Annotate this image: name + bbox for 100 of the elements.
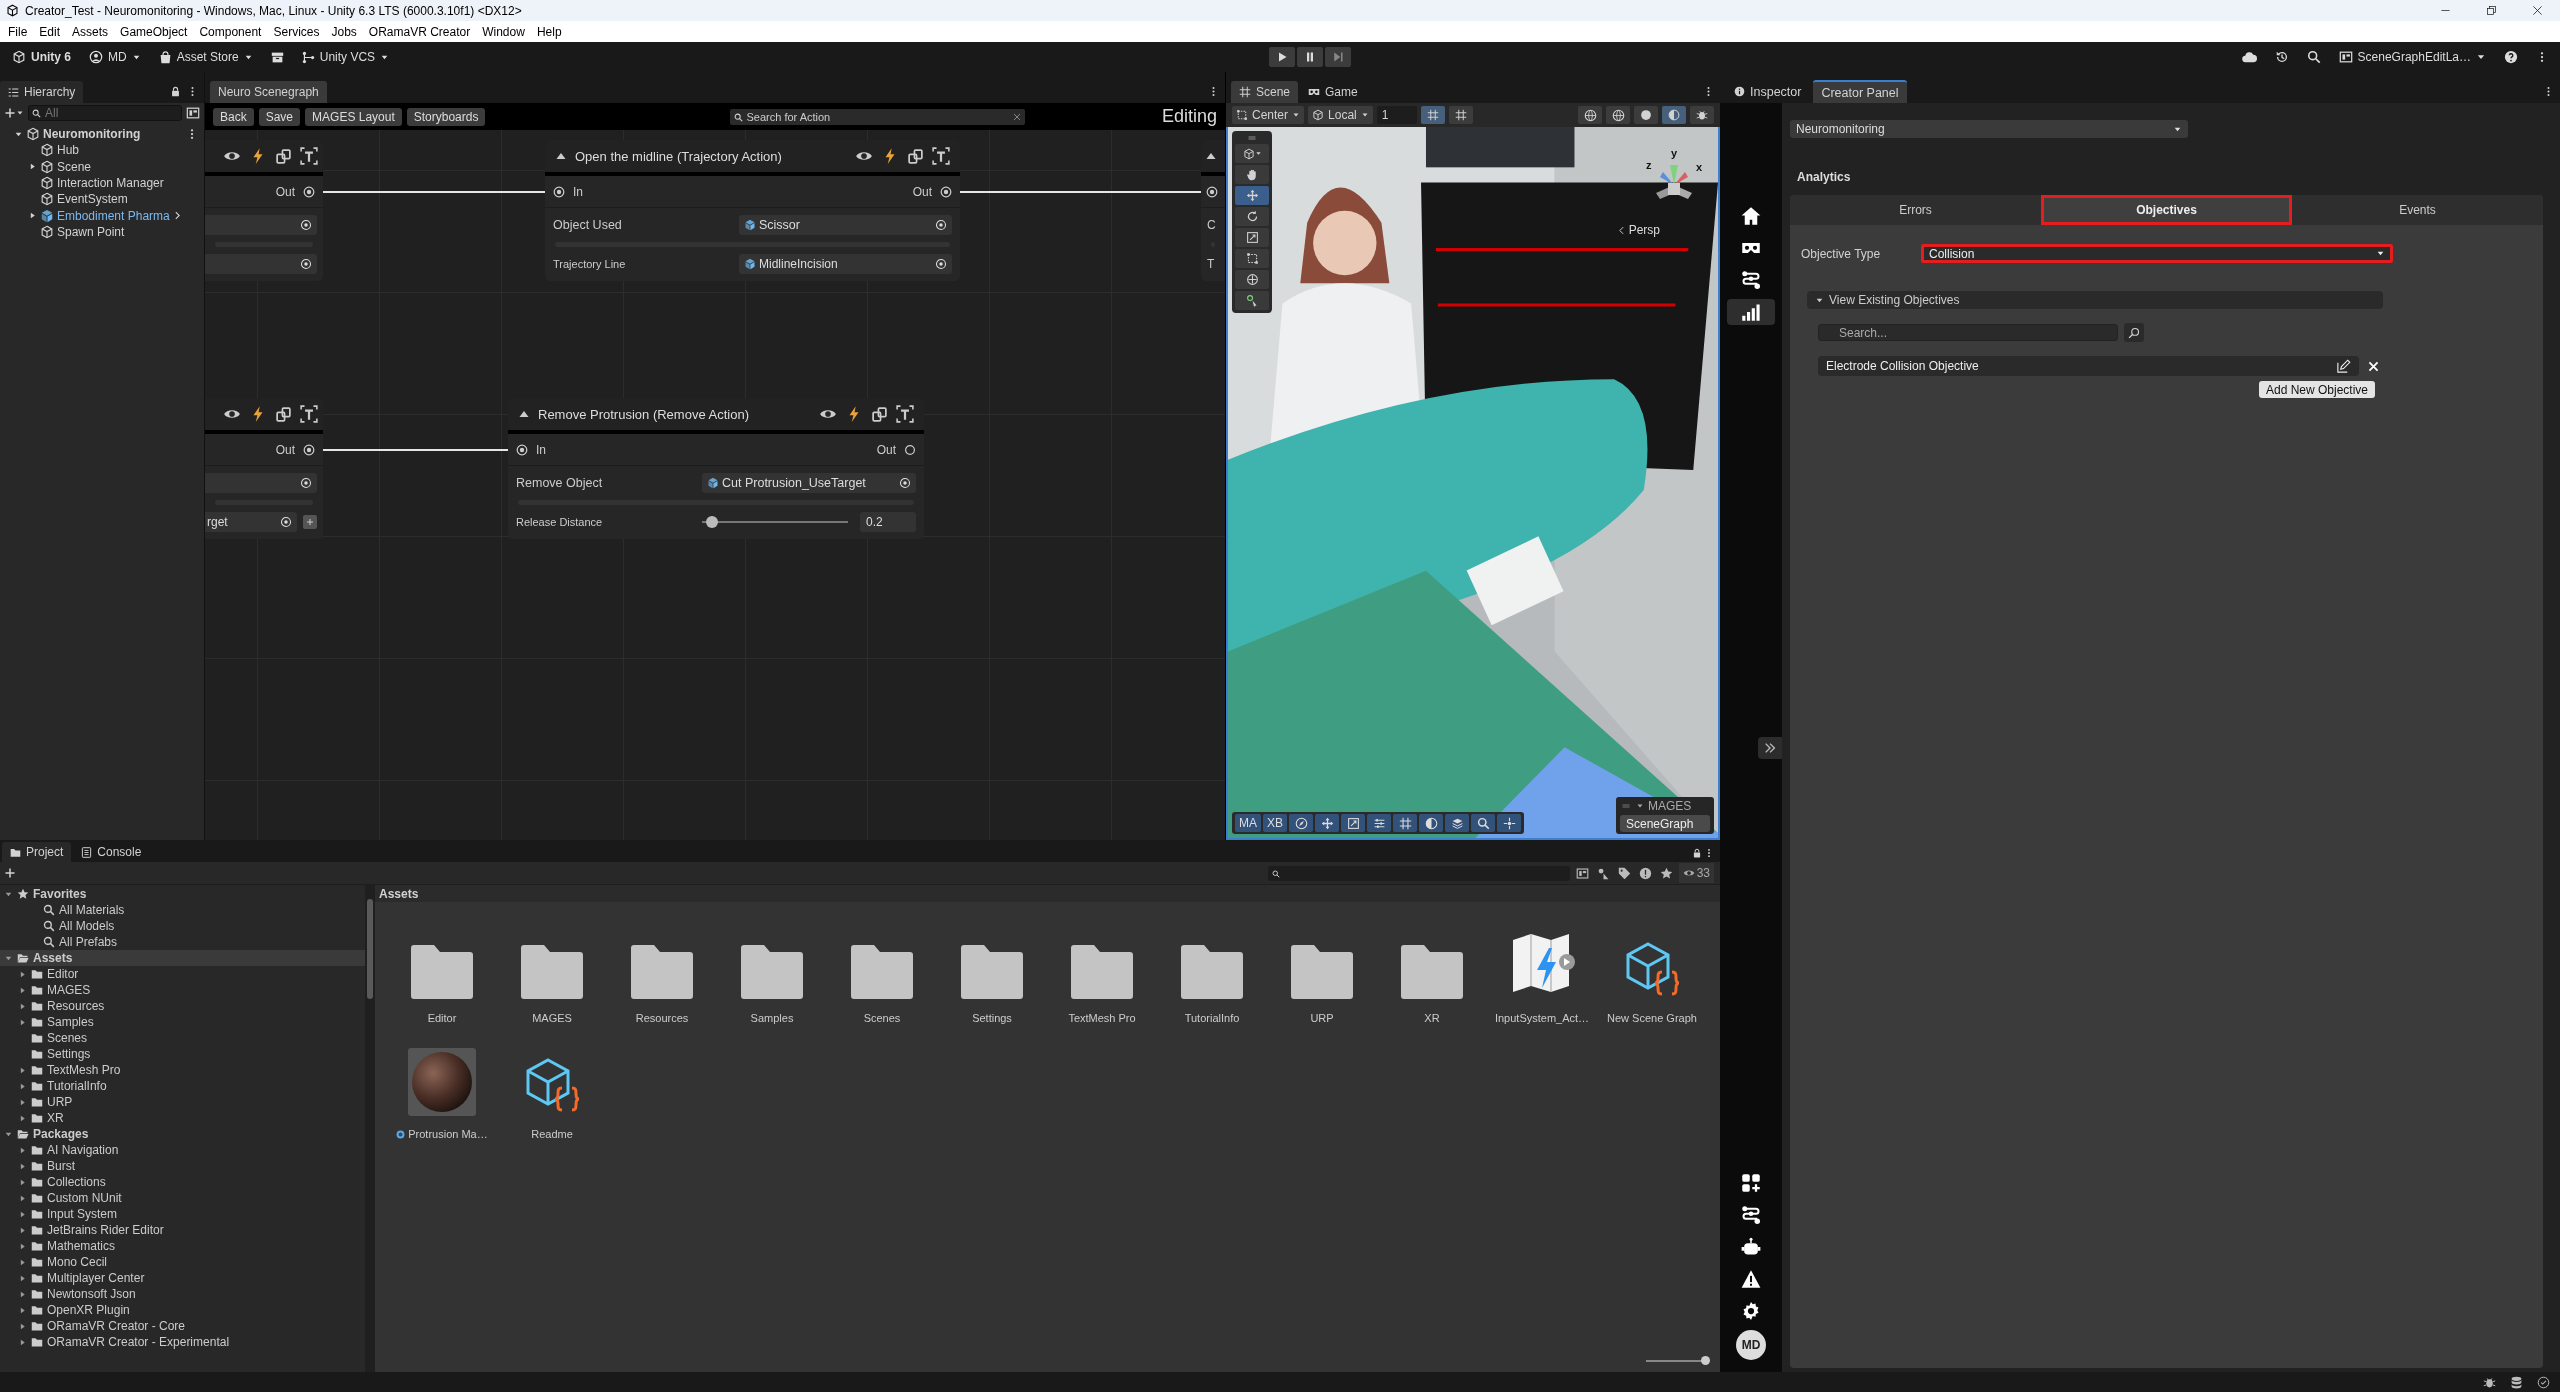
search-field[interactable]: Search for Action xyxy=(730,108,1026,125)
action-node[interactable]: Remove Protrusion (Remove Action) In Out Remove Object Cut Protrusion_UseTarget Release Distance 0.2 xyxy=(508,398,924,539)
pivot-dropdown[interactable]: Center xyxy=(1232,106,1305,124)
toolbar-button[interactable]: Back xyxy=(213,107,254,126)
hierarchy-item[interactable]: EventSystem xyxy=(57,191,128,208)
overlay-button[interactable]: XB xyxy=(1263,814,1287,832)
menu-item[interactable]: Edit xyxy=(33,21,67,42)
space-dropdown[interactable]: Local xyxy=(1308,106,1373,124)
object-field[interactable]: Cut Protrusion_UseTarget xyxy=(702,473,916,493)
hierarchy-item[interactable]: Interaction Manager xyxy=(57,175,164,192)
panel-tab[interactable]: Console xyxy=(73,842,150,862)
object-field[interactable]: MidlineIncision xyxy=(739,254,952,274)
asset-name[interactable]: MAGES xyxy=(532,1012,572,1024)
tree-item[interactable]: MAGES xyxy=(47,983,91,997)
breadcrumb[interactable]: Assets xyxy=(375,885,1720,902)
toolbar-button[interactable]: Storyboards xyxy=(406,107,486,126)
menu-item[interactable]: GameObject xyxy=(114,21,194,42)
asset-name[interactable]: InputSystem_Act… xyxy=(1494,1012,1590,1024)
menu-item[interactable]: ORamaVR Creator xyxy=(362,21,477,42)
view-tab[interactable]: Game xyxy=(1300,81,1366,103)
analytics-tab[interactable]: Errors xyxy=(1790,195,2041,225)
tree-item[interactable]: JetBrains Rider Editor xyxy=(47,1223,164,1237)
asset-name[interactable]: Editor xyxy=(427,1012,457,1024)
tree-item[interactable]: Editor xyxy=(47,967,79,981)
panel-tab[interactable]: Creator Panel xyxy=(1813,80,1907,103)
hierarchy-item[interactable]: Spawn Point xyxy=(57,223,125,240)
account-dropdown[interactable]: MD xyxy=(85,47,145,67)
search-field[interactable]: Search... xyxy=(1818,324,2118,341)
tree-item[interactable]: Resources xyxy=(47,999,105,1013)
action-node[interactable]: Open the midline (Trajectory Action) In Out Object Used Scissor Trajectory Line MidlineIncision xyxy=(545,140,960,281)
tree-item[interactable]: XR xyxy=(47,1111,64,1125)
analytics-tab[interactable]: Objectives xyxy=(2041,195,2292,225)
panel-tab[interactable]: Inspector xyxy=(1726,80,1810,103)
asset-name[interactable]: Protrusion Ma… xyxy=(408,1128,488,1140)
asset-name[interactable]: Settings xyxy=(972,1012,1012,1024)
asset-name[interactable]: Scenes xyxy=(863,1012,901,1024)
asset-name[interactable]: URP xyxy=(1310,1012,1334,1024)
user-avatar[interactable]: MD xyxy=(1736,1330,1766,1360)
tree-item[interactable]: Multiplayer Center xyxy=(47,1271,145,1285)
scene-dropdown[interactable]: Neuromonitoring xyxy=(1790,120,2188,138)
asset-store-dropdown[interactable]: Asset Store xyxy=(154,47,257,67)
tree-item[interactable]: AI Navigation xyxy=(47,1143,119,1157)
object-field[interactable]: rget xyxy=(205,512,297,532)
tree-item[interactable]: Mathematics xyxy=(47,1239,116,1253)
menu-item[interactable]: Help xyxy=(530,21,568,42)
menu-item[interactable]: File xyxy=(2,21,34,42)
tree-item[interactable]: All Prefabs xyxy=(59,935,118,949)
action-node[interactable]: Out rget xyxy=(205,398,323,539)
hierarchy-item[interactable]: Embodiment Pharma xyxy=(57,207,170,224)
asset-name[interactable]: Samples xyxy=(750,1012,794,1024)
menu-item[interactable]: Assets xyxy=(66,21,115,42)
tree-item[interactable]: TutorialInfo xyxy=(47,1079,107,1093)
menu-item[interactable]: Jobs xyxy=(325,21,363,42)
tree-item[interactable]: Input System xyxy=(47,1207,118,1221)
hierarchy-item[interactable]: Hub xyxy=(57,142,79,159)
tree-item[interactable]: Favorites xyxy=(33,887,87,901)
projection-toggle[interactable]: Persp xyxy=(1616,223,1660,237)
asset-name[interactable]: New Scene Graph xyxy=(1607,1012,1697,1024)
tree-item[interactable]: Samples xyxy=(47,1015,94,1029)
panel-tab[interactable]: Project xyxy=(2,842,72,862)
tree-item[interactable]: OpenXR Plugin xyxy=(47,1303,130,1317)
tree-item[interactable]: ORamaVR Creator - Experimental xyxy=(47,1335,230,1349)
objective-item[interactable]: Electrode Collision Objective xyxy=(1818,356,2359,376)
hierarchy-item[interactable]: Scene xyxy=(57,158,92,175)
add-objective-button[interactable]: Add New Objective xyxy=(2259,381,2376,398)
toolbar-button[interactable]: Save xyxy=(258,107,301,126)
overlay-button[interactable]: MA xyxy=(1235,814,1261,832)
asset-name[interactable]: TextMesh Pro xyxy=(1068,1012,1136,1024)
tree-item[interactable]: Mono Cecil xyxy=(47,1255,108,1269)
menu-item[interactable]: Component xyxy=(193,21,268,42)
menu-item[interactable]: Services xyxy=(267,21,326,42)
asset-name[interactable]: Readme xyxy=(531,1128,573,1140)
view-tab[interactable]: Scene xyxy=(1231,81,1299,103)
tree-item[interactable]: URP xyxy=(47,1095,73,1109)
hierarchy-item[interactable]: Neuromonitoring xyxy=(43,126,141,143)
tree-item[interactable]: Scenes xyxy=(47,1031,88,1045)
tree-item[interactable]: All Materials xyxy=(59,903,125,917)
tree-item[interactable]: Burst xyxy=(47,1159,75,1173)
hierarchy-tab[interactable]: Hierarchy xyxy=(0,81,84,103)
objectives-foldout[interactable]: View Existing Objectives xyxy=(1807,291,2383,309)
version-control-dropdown[interactable]: Unity VCS xyxy=(297,47,394,67)
number-field[interactable]: 0.2 xyxy=(860,512,916,532)
asset-name[interactable]: TutorialInfo xyxy=(1184,1012,1240,1024)
menu-item[interactable]: Window xyxy=(476,21,531,42)
tree-item[interactable]: TextMesh Pro xyxy=(47,1063,121,1077)
action-node[interactable]: Out xyxy=(205,140,323,281)
grid-size-field[interactable]: 1 xyxy=(1376,106,1417,124)
tree-item[interactable]: Assets xyxy=(33,951,73,965)
asset-name[interactable]: XR xyxy=(1424,1012,1440,1024)
asset-name[interactable]: Resources xyxy=(635,1012,689,1024)
tree-item[interactable]: Custom NUnit xyxy=(47,1191,122,1205)
action-node[interactable]: C T xyxy=(1201,140,1225,281)
objective-type-dropdown[interactable]: Collision xyxy=(1921,244,2393,263)
tree-item[interactable]: ORamaVR Creator - Core xyxy=(47,1319,186,1333)
toolbar-button[interactable]: MAGES Layout xyxy=(305,107,402,126)
scenegraph-button[interactable]: SceneGraph xyxy=(1620,815,1710,832)
search-field[interactable]: All xyxy=(28,105,182,121)
object-field[interactable]: Scissor xyxy=(739,215,952,235)
scenegraph-tab[interactable]: Neuro Scenegraph xyxy=(210,81,327,103)
tree-item[interactable]: All Models xyxy=(59,919,115,933)
